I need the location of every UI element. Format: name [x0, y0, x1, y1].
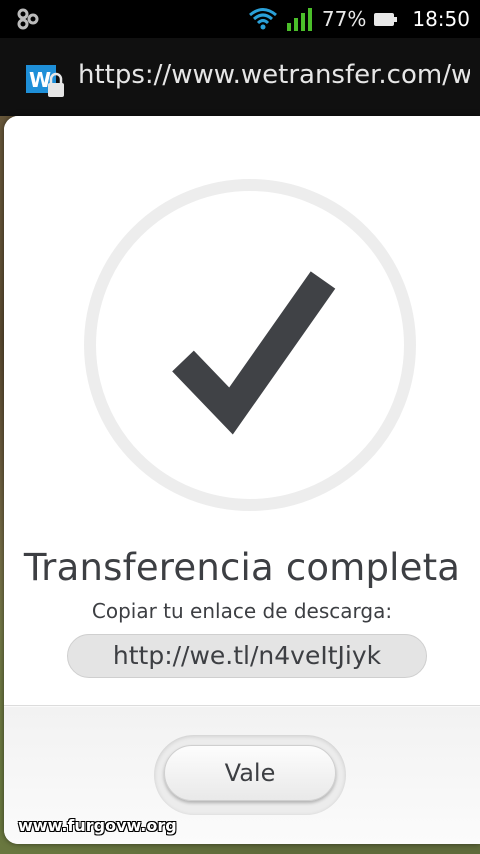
vale-button[interactable]: Vale	[164, 745, 336, 801]
button-well: Vale	[154, 735, 346, 815]
dialog-title: Transferencia completa	[23, 546, 461, 589]
watermark: www.furgovw.org	[18, 816, 177, 835]
url-bar[interactable]: W https://www.wetransfer.com/we	[0, 38, 480, 116]
dialog-content: Transferencia completa Copiar tu enlace …	[4, 116, 480, 706]
svg-text:W: W	[29, 68, 51, 92]
signal-icon	[286, 8, 312, 31]
battery-icon	[374, 13, 398, 26]
transfer-complete-dialog: Transferencia completa Copiar tu enlace …	[4, 116, 480, 844]
battery-percent: 77%	[321, 7, 367, 31]
download-link[interactable]: http://we.tl/n4veItJiyk	[67, 634, 427, 678]
dialog-subtitle: Copiar tu enlace de descarga:	[91, 599, 393, 623]
clock: 18:50	[412, 7, 470, 31]
notification-icon	[17, 8, 39, 30]
wifi-icon	[248, 8, 277, 30]
status-bar: 77% 18:50	[0, 0, 480, 38]
checkmark-icon	[84, 179, 416, 511]
wetransfer-secure-icon: W	[26, 65, 64, 97]
url-text[interactable]: https://www.wetransfer.com/we	[78, 60, 470, 90]
